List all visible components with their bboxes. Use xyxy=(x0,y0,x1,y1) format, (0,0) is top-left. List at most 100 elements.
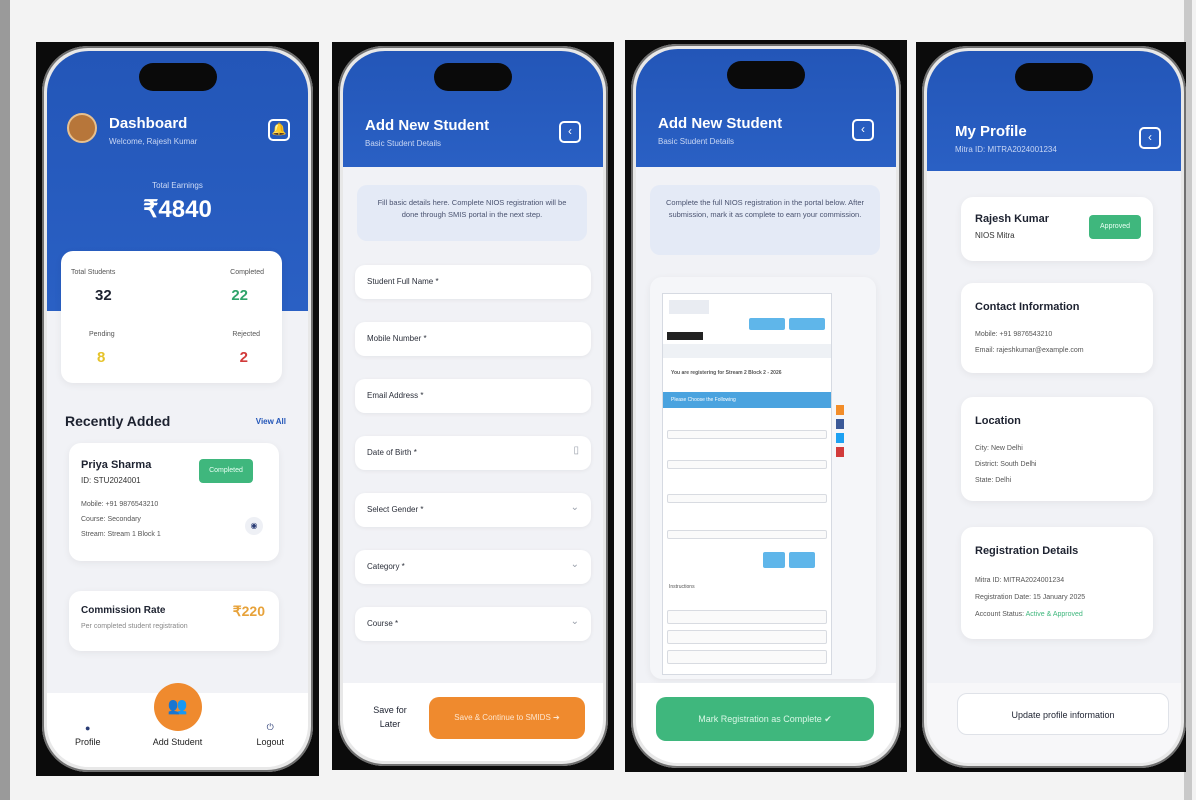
page-title: Add New Student xyxy=(365,117,490,134)
course-select[interactable]: Course * ⌄ xyxy=(355,607,591,641)
dynamic-island xyxy=(434,63,512,91)
earnings-label: Total Earnings xyxy=(152,181,203,190)
info-banner: Fill basic details here. Complete NIOS r… xyxy=(357,185,587,241)
back-chevron-icon[interactable]: ‹ xyxy=(1139,127,1161,149)
portal-instruction-row xyxy=(667,650,827,664)
bell-icon[interactable]: 🔔 xyxy=(268,119,290,141)
student-stream: Stream: Stream 1 Block 1 xyxy=(81,531,161,538)
portal-input[interactable] xyxy=(667,494,827,503)
portal-screen: Add New Student Basic Student Details ‹ … xyxy=(636,49,896,763)
portal-select[interactable] xyxy=(667,530,827,539)
portal-tooltip xyxy=(667,332,703,340)
field-label: Student Full Name * xyxy=(367,277,439,286)
full-name-field[interactable]: Student Full Name * xyxy=(355,265,591,299)
portal-button[interactable] xyxy=(789,318,825,330)
commission-value: ₹220 xyxy=(232,603,265,619)
embedded-portal[interactable]: You are registering for Stream 2 Block 2… xyxy=(662,293,832,675)
field-label: Mobile Number * xyxy=(367,334,427,343)
mitra-id: Mitra ID: MITRA2024001234 xyxy=(975,577,1065,584)
share-icon[interactable] xyxy=(836,405,844,415)
dashboard-screen: Dashboard Welcome, Rajesh Kumar 🔔 Total … xyxy=(47,51,308,767)
avatar[interactable] xyxy=(67,113,97,143)
add-student-fab[interactable]: 👥 xyxy=(153,683,202,731)
nav-add-label: Add Student xyxy=(152,737,203,747)
view-all-link[interactable]: View All xyxy=(256,417,286,426)
calendar-icon[interactable]: ▯ xyxy=(573,445,579,456)
youtube-icon[interactable] xyxy=(836,447,844,457)
category-select[interactable]: Category * ⌄ xyxy=(355,550,591,584)
info-banner: Complete the full NIOS registration in t… xyxy=(650,185,880,255)
stats-card: Total Students 32 Completed 22 Pending 8… xyxy=(61,251,282,383)
stat-pending-label: Pending xyxy=(89,331,115,338)
location-state: State: Delhi xyxy=(975,477,1012,484)
portal-submit-button[interactable] xyxy=(789,552,815,568)
portal-panel: Add New Student Basic Student Details ‹ … xyxy=(625,40,907,772)
commission-title: Commission Rate xyxy=(81,605,166,616)
location-card: Location City: New Delhi District: South… xyxy=(961,397,1153,501)
student-course: Course: Secondary xyxy=(81,516,141,523)
location-district: District: South Delhi xyxy=(975,461,1037,468)
nav-profile[interactable]: ● Profile xyxy=(75,723,101,747)
eye-icon[interactable]: ◉ xyxy=(245,517,263,535)
portal-frame[interactable]: You are registering for Stream 2 Block 2… xyxy=(650,277,876,679)
add-student-header: Add New Student Basic Student Details ‹ xyxy=(343,51,603,167)
phone-frame: Add New Student Basic Student Details ‹ … xyxy=(631,44,901,768)
add-user-icon: 👥 xyxy=(167,698,188,715)
update-profile-button[interactable]: Update profile information xyxy=(957,693,1169,735)
mobile-field[interactable]: Mobile Number * xyxy=(355,322,591,356)
student-card[interactable]: Priya Sharma ID: STU2024001 Completed Mo… xyxy=(69,443,279,561)
twitter-icon[interactable] xyxy=(836,433,844,443)
nav-add-student[interactable]: Add Student xyxy=(153,737,203,747)
portal-select[interactable] xyxy=(667,460,827,469)
save-later-button[interactable]: Save for Later xyxy=(365,703,415,731)
email-field[interactable]: Email Address * xyxy=(355,379,591,413)
back-chevron-icon[interactable]: ‹ xyxy=(559,121,581,143)
save-continue-button[interactable]: Save & Continue to SMIDS ➔ xyxy=(429,697,585,739)
registration-title: Registration Details xyxy=(975,545,1079,557)
stat-total-value: 32 xyxy=(95,287,112,304)
action-bar: Mark Registration as Complete ✔ xyxy=(636,683,896,763)
gender-select[interactable]: Select Gender * ⌄ xyxy=(355,493,591,527)
back-chevron-icon[interactable]: ‹ xyxy=(852,119,874,141)
student-id: ID: STU2024001 xyxy=(81,476,141,485)
field-label: Email Address * xyxy=(367,391,424,400)
portal-header: Add New Student Basic Student Details ‹ xyxy=(636,49,896,167)
portal-reset-button[interactable] xyxy=(763,552,785,568)
page-subtitle: Mitra ID: MITRA2024001234 xyxy=(955,145,1057,154)
location-title: Location xyxy=(975,415,1021,427)
stat-total-label: Total Students xyxy=(71,269,116,276)
dob-field[interactable]: Date of Birth * ▯ xyxy=(355,436,591,470)
portal-instruction-row xyxy=(667,630,827,644)
phone-frame: Add New Student Basic Student Details ‹ … xyxy=(338,46,608,766)
portal-heading: You are registering for Stream 2 Block 2… xyxy=(671,370,782,376)
stat-pending-value: 8 xyxy=(97,349,106,366)
student-name: Priya Sharma xyxy=(81,459,152,471)
nav-logout[interactable]: ⏻ Logout xyxy=(256,722,284,747)
profile-header: My Profile Mitra ID: MITRA2024001234 ‹ xyxy=(927,51,1181,171)
stat-completed-label: Completed xyxy=(230,269,264,276)
left-border xyxy=(0,0,10,800)
power-icon: ⏻ xyxy=(266,722,274,732)
nav-logout-label: Logout xyxy=(256,737,284,747)
recent-title: Recently Added xyxy=(65,413,171,429)
action-bar: Save for Later Save & Continue to SMIDS … xyxy=(343,683,603,761)
add-student-screen: Add New Student Basic Student Details ‹ … xyxy=(343,51,603,761)
profile-role: NIOS Mitra xyxy=(975,231,1015,240)
page-subtitle: Basic Student Details xyxy=(365,139,442,148)
mark-complete-button[interactable]: Mark Registration as Complete ✔ xyxy=(656,697,874,741)
portal-button[interactable] xyxy=(749,318,785,330)
contact-card: Contact Information Mobile: +91 98765432… xyxy=(961,283,1153,373)
location-city: City: New Delhi xyxy=(975,445,1023,452)
profile-panel: My Profile Mitra ID: MITRA2024001234 ‹ R… xyxy=(916,42,1186,772)
contact-title: Contact Information xyxy=(975,301,1080,313)
stat-rejected-value: 2 xyxy=(239,349,248,366)
portal-instruction-row xyxy=(667,610,827,624)
portal-select[interactable] xyxy=(667,430,827,439)
portal-steps xyxy=(663,344,831,358)
facebook-icon[interactable] xyxy=(836,419,844,429)
approved-badge: Approved xyxy=(1089,215,1141,239)
registration-date: Registration Date: 15 January 2025 xyxy=(975,594,1086,601)
dynamic-island xyxy=(1015,63,1093,91)
welcome-text: Welcome, Rajesh Kumar xyxy=(109,137,198,146)
commission-desc: Per completed student registration xyxy=(81,623,188,630)
